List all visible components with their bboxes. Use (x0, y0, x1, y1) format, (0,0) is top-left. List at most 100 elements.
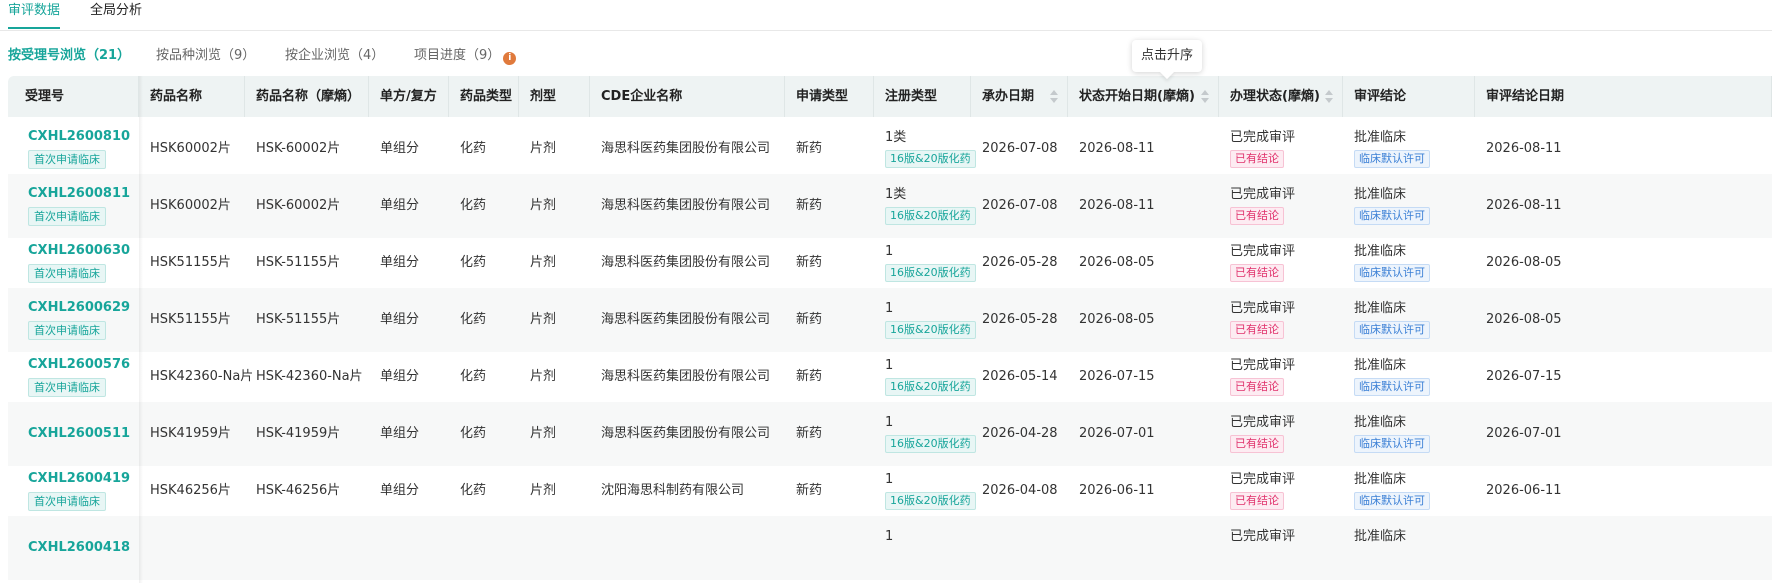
conclusion-badge: 临床默认许可 (1354, 264, 1430, 282)
conclusion-date-text: 2026-06-11 (1486, 483, 1562, 498)
column-handling-status-cell: 已完成审评 已有结论 (1219, 174, 1343, 238)
column-conclusion-date-cell: 2026-08-11 (1475, 174, 1772, 238)
registration-class: 1 (885, 472, 894, 487)
sort-ascending-icon[interactable] (1050, 90, 1058, 95)
table-row: CXHL2600419 首次申请临床 HSK46256片 HSK-46256片 单组分 化… (8, 459, 1772, 523)
column-drug-type-cell (449, 516, 519, 580)
column-application-type-label: 申请类型 (796, 89, 849, 104)
status-badge: 已有结论 (1230, 435, 1284, 453)
column-status-start-date-cell (1068, 516, 1219, 580)
column-undertake-date-header[interactable]: 承办日期 (971, 76, 1068, 117)
status-badge: 已有结论 (1230, 150, 1284, 168)
tab-global-analysis[interactable]: 全局分析 (90, 2, 142, 20)
conclusion-text: 批准临床 (1354, 358, 1407, 373)
drug-ms-text: HSK-51155片 (256, 255, 341, 270)
column-status-start-date-cell: 2026-08-05 (1068, 288, 1219, 352)
column-undertake-date-cell: 2026-05-28 (971, 288, 1068, 352)
registration-version-badge-wrap: 16版&20版化药 (885, 321, 976, 339)
column-single-compound-cell: 单组分 (369, 117, 449, 181)
column-acceptance-no-cell: CXHL2600511 (8, 402, 139, 466)
table-header: 受理号 药品名称 药品名称（摩熵） 单方/复方 药品类型 剂型 CDE企业名称 申请类型 注册类… (8, 76, 1772, 117)
column-drug-name-cell (139, 516, 245, 580)
sort-descending-icon[interactable] (1050, 98, 1058, 103)
drug-ms-text: HSK-60002片 (256, 198, 341, 213)
conclusion-badge: 临床默认许可 (1354, 150, 1430, 168)
apply-text: 新药 (796, 483, 823, 498)
single-text: 单组分 (380, 312, 420, 327)
registration-version-badge: 16版&20版化药 (885, 150, 976, 168)
subtab-project-progress[interactable]: 项目进度（9） i (414, 47, 517, 65)
handling-status-text: 已完成审评 (1230, 358, 1296, 373)
sort-descending-icon[interactable] (1325, 98, 1333, 103)
column-handling-status-label: 办理状态(摩熵) (1230, 89, 1320, 104)
sort-ascending-icon[interactable] (1201, 90, 1209, 95)
column-application-type-header: 申请类型 (785, 76, 874, 117)
column-handling-status-cell: 已完成审评 已有结论 (1219, 459, 1343, 523)
subtab-by-variety[interactable]: 按品种浏览（9） (156, 47, 255, 65)
column-review-conclusion-cell: 批准临床 临床默认许可 (1343, 174, 1475, 238)
info-icon[interactable]: i (503, 52, 517, 65)
column-handling-status-cell: 已完成审评 已有结论 (1219, 117, 1343, 181)
column-status-start-date-cell: 2026-07-01 (1068, 402, 1219, 466)
acceptance-no-link[interactable]: CXHL2600811 (28, 185, 130, 203)
column-registration-type-cell: 1类 16版&20版化药 (874, 174, 976, 238)
column-dosage-form-cell (519, 516, 590, 580)
acceptance-no-link[interactable]: CXHL2600630 (28, 242, 130, 260)
dtype-text: 化药 (460, 198, 487, 213)
acceptance-no-link[interactable]: CXHL2600419 (28, 470, 130, 488)
column-handling-status-header[interactable]: 办理状态(摩熵) (1219, 76, 1343, 117)
single-text: 单组分 (380, 255, 420, 270)
company-text: 沈阳海思科制药有限公司 (601, 483, 745, 498)
subtab-by-company[interactable]: 按企业浏览（4） (285, 47, 384, 65)
conclusion-badge: 临床默认许可 (1354, 492, 1430, 510)
registration-version-badge: 16版&20版化药 (885, 435, 976, 453)
sort-descending-icon[interactable] (1201, 98, 1209, 103)
column-status-start-date-header[interactable]: 状态开始日期(摩熵) (1068, 76, 1219, 117)
conclusion-badge-wrap: 临床默认许可 (1354, 150, 1430, 168)
registration-class: 1 (885, 301, 894, 316)
table-row: CXHL2600576 首次申请临床 HSK42360-Na片 HSK-42360-N… (8, 345, 1772, 409)
column-drug-name-header: 药品名称 (139, 76, 245, 117)
column-drug-name-cell: HSK41959片 (139, 402, 245, 466)
handling-status-text: 已完成审评 (1230, 130, 1296, 145)
tab-review-data[interactable]: 审评数据 (8, 2, 61, 29)
column-acceptance-no-cell: CXHL2600630 首次申请临床 (8, 231, 139, 295)
column-drug-name-cell: HSK46256片 (139, 459, 245, 523)
column-status-start-date-cell: 2026-07-15 (1068, 345, 1219, 409)
status-badge-wrap: 已有结论 (1230, 435, 1284, 453)
form-text: 片剂 (530, 369, 557, 384)
status-start-text: 2026-07-01 (1079, 426, 1155, 441)
column-drug-name-moshang-cell (245, 516, 369, 580)
sort-icon[interactable] (1050, 90, 1058, 104)
conclusion-date-text: 2026-08-05 (1486, 255, 1562, 270)
sort-icon[interactable] (1325, 90, 1333, 104)
single-text: 单组分 (380, 141, 420, 156)
column-handling-status-cell: 已完成审评 (1219, 516, 1343, 580)
sort-icon[interactable] (1201, 90, 1209, 104)
acceptance-no-link[interactable]: CXHL2600629 (28, 299, 130, 317)
sort-ascending-icon[interactable] (1325, 90, 1333, 95)
column-dosage-form-cell: 片剂 (519, 459, 590, 523)
handling-status-text: 已完成审评 (1230, 529, 1296, 544)
column-single-compound-cell: 单组分 (369, 288, 449, 352)
column-single-compound-cell: 单组分 (369, 231, 449, 295)
acceptance-no-link[interactable]: CXHL2600418 (28, 539, 130, 557)
acceptance-no-link[interactable]: CXHL2600576 (28, 356, 130, 374)
company-text: 海思科医药集团股份有限公司 (601, 141, 771, 156)
column-acceptance-no-cell: CXHL2600418 (8, 516, 139, 580)
drug-text: HSK42360-Na片 (150, 369, 254, 384)
acceptance-no-link[interactable]: CXHL2600511 (28, 425, 130, 443)
column-dosage-form-cell: 片剂 (519, 174, 590, 238)
acceptance-no-link[interactable]: CXHL2600810 (28, 128, 130, 146)
subtab-by-acceptance-no[interactable]: 按受理号浏览（21） (8, 47, 130, 65)
column-undertake-date-cell: 2026-05-14 (971, 345, 1068, 409)
column-registration-type-cell: 1 16版&20版化药 (874, 231, 976, 295)
dtype-text: 化药 (460, 483, 487, 498)
column-review-conclusion-label: 审评结论 (1354, 89, 1407, 104)
column-status-start-date-cell: 2026-08-11 (1068, 174, 1219, 238)
sort-tooltip: 点击升序 (1132, 40, 1203, 72)
column-registration-type-header: 注册类型 (874, 76, 971, 117)
column-undertake-date-cell: 2026-04-28 (971, 402, 1068, 466)
column-drug-type-cell: 化药 (449, 288, 519, 352)
column-drug-name-moshang-cell: HSK-60002片 (245, 117, 369, 181)
